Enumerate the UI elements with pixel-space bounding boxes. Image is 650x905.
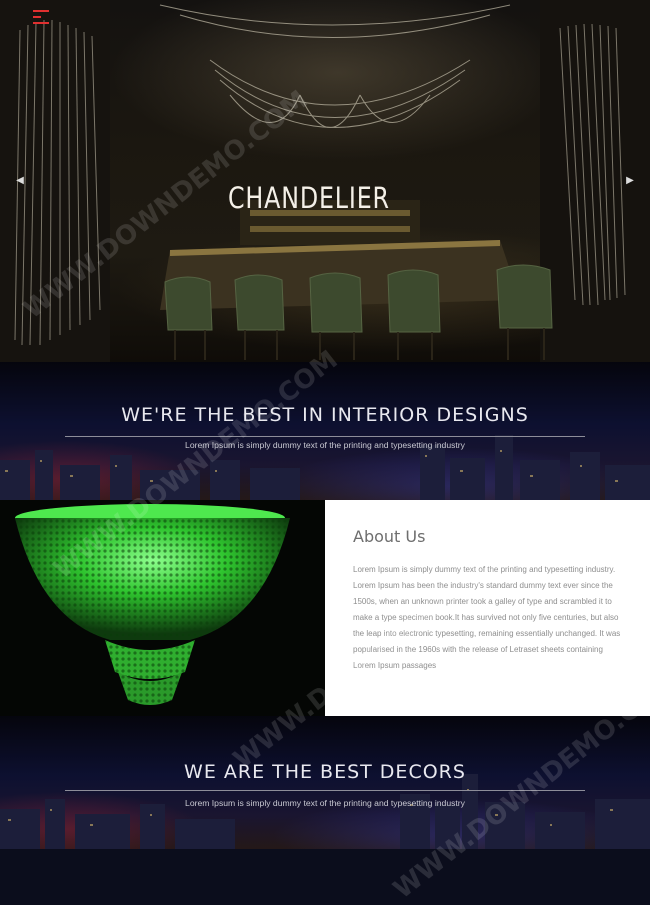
tagline-section-interior: WE'RE THE BEST IN INTERIOR DESIGNS Lorem…: [0, 362, 650, 500]
divider: [65, 790, 585, 791]
section-heading: WE ARE THE BEST DECORS: [184, 761, 466, 783]
slider-prev-arrow-icon[interactable]: ◀: [14, 174, 26, 188]
about-us-heading: About Us: [353, 527, 426, 546]
menu-icon[interactable]: [33, 8, 55, 28]
divider: [65, 436, 585, 437]
section-subtext: Lorem Ipsum is simply dummy text of the …: [185, 798, 465, 808]
hero-title: CHANDELIER: [228, 181, 390, 215]
about-us-text: Lorem Ipsum is simply dummy text of the …: [353, 565, 621, 670]
tagline-section-decors: WE ARE THE BEST DECORS Lorem Ipsum is si…: [0, 716, 650, 849]
green-chandelier-image: [0, 500, 325, 716]
section-heading: WE'RE THE BEST IN INTERIOR DESIGNS: [121, 404, 529, 426]
slider-next-arrow-icon[interactable]: ▶: [624, 174, 636, 188]
hero-slider: ◀ ▶ CHANDELIER: [0, 0, 650, 362]
city-skyline-image: [0, 774, 650, 849]
about-us-panel: About Us Lorem Ipsum is simply dummy tex…: [325, 500, 650, 716]
section-subtext: Lorem Ipsum is simply dummy text of the …: [185, 440, 465, 450]
